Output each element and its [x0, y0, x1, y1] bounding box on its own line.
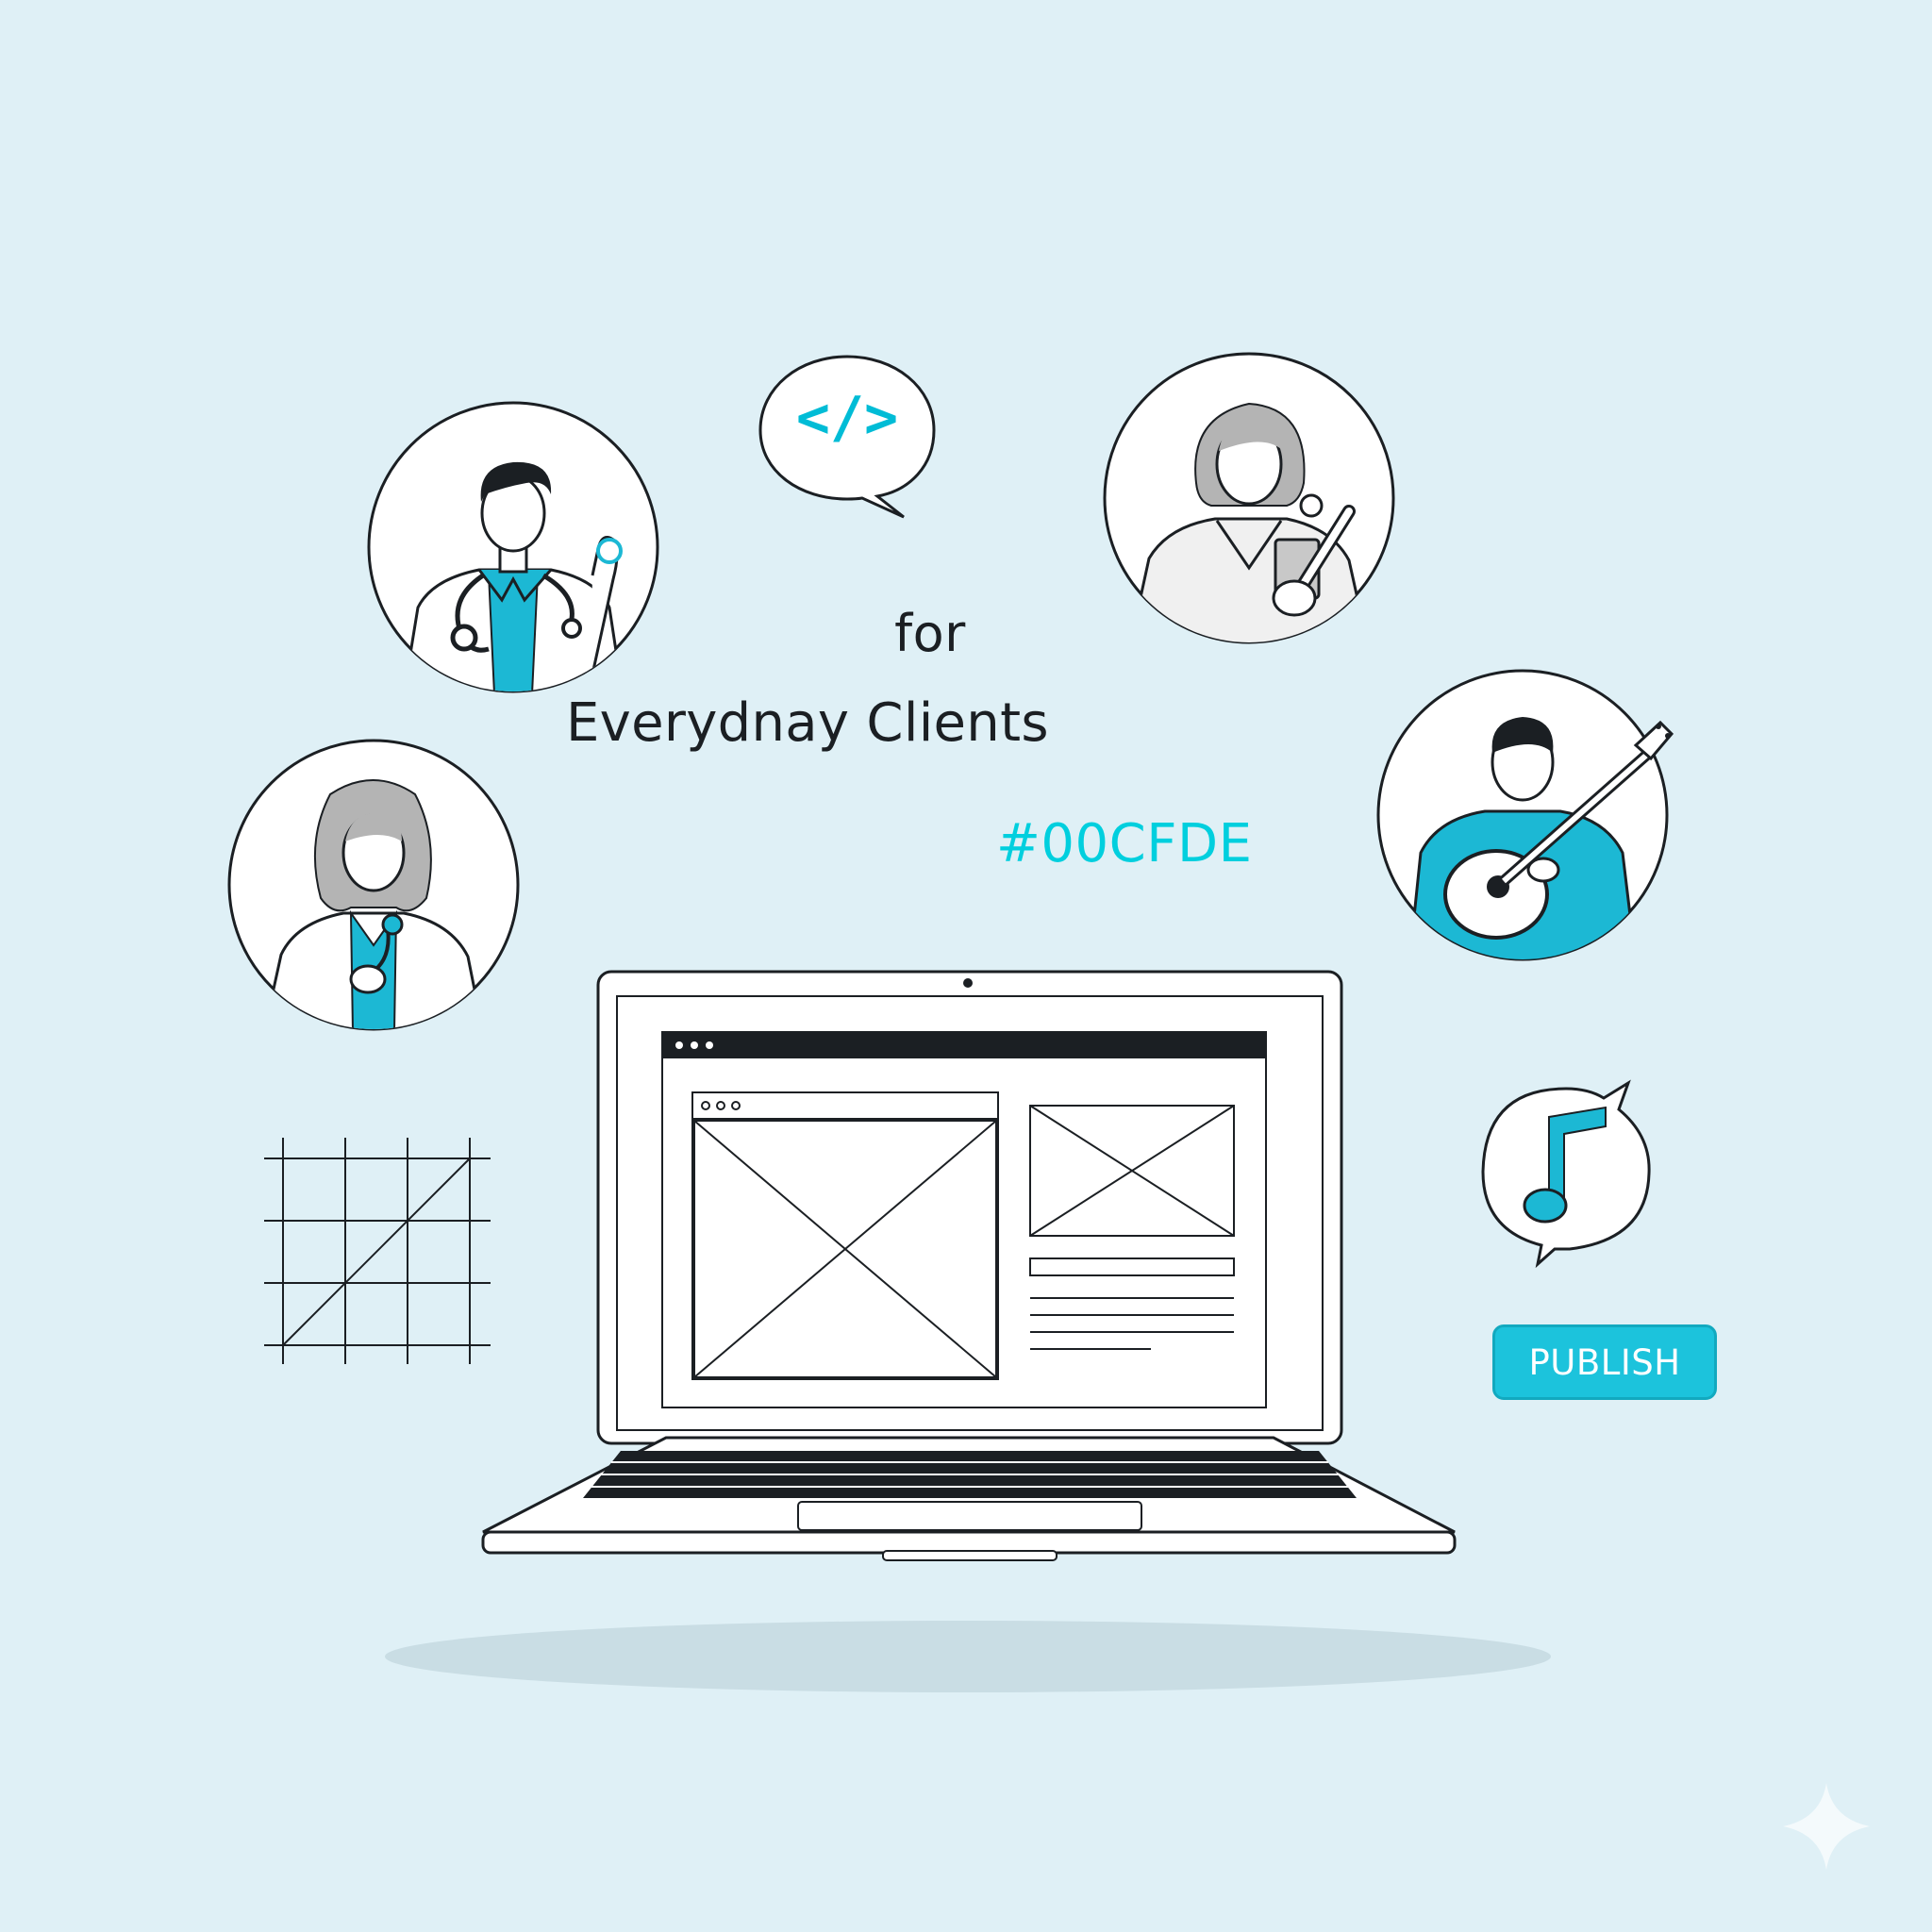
code-icon: </> [795, 385, 899, 451]
accent-color-label: #00CFDE [996, 813, 1253, 874]
code-speech-bubble: </> [753, 351, 941, 521]
laptop-icon [479, 968, 1460, 1666]
headline-main: Everydnay Clients [566, 692, 1049, 754]
teacher-avatar-icon [1102, 351, 1396, 645]
grid-wireframe-icon [264, 1138, 496, 1366]
headline-for: for [894, 604, 966, 663]
sparkle-icon [1781, 1781, 1872, 1872]
doctor-woman-avatar-icon [226, 738, 521, 1032]
music-speech-bubble [1475, 1079, 1660, 1269]
publish-button[interactable]: PUBLISH [1492, 1324, 1717, 1400]
illustration-canvas: </> for Everydnay Clients #00CFDE PUBLIS… [0, 0, 1932, 1932]
doctor-avatar-icon [366, 400, 660, 694]
